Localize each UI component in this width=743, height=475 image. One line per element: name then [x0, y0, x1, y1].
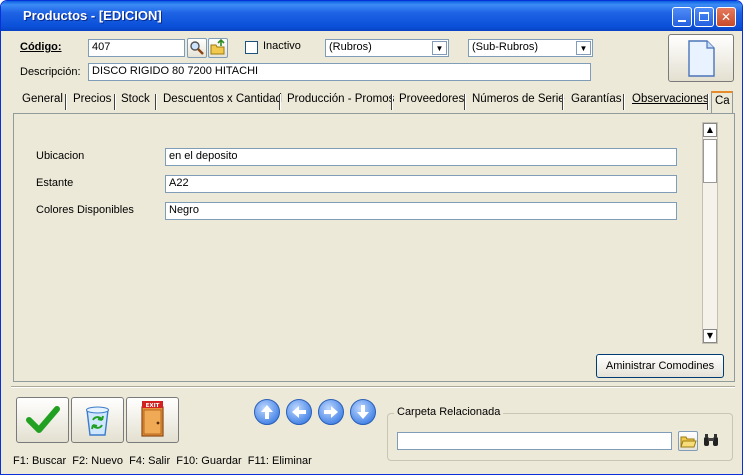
codigo-input[interactable]: 407	[88, 39, 185, 57]
estante-label: Estante	[36, 177, 74, 189]
arrow-up-icon	[261, 405, 273, 419]
search-code-button[interactable]	[187, 38, 207, 58]
tab-numeros-serie[interactable]: Números de Serie	[472, 93, 565, 111]
chevron-down-icon[interactable]: ▼	[576, 41, 591, 55]
productos-window: Productos - [EDICION] ✕ Código: 407 Inac…	[0, 0, 743, 475]
exit-sign-text: EXIT	[146, 403, 160, 409]
search-icon	[190, 41, 204, 55]
load-code-button[interactable]	[208, 38, 228, 58]
carpeta-relacionada-group: Carpeta Relacionada	[387, 406, 733, 461]
tab-campos-active[interactable]: Ca	[711, 91, 733, 113]
tab-garantias[interactable]: Garantías	[571, 93, 622, 111]
rubros-select[interactable]: (Rubros) ▼	[325, 39, 449, 57]
colores-input[interactable]: Negro	[165, 202, 677, 220]
close-icon: ✕	[720, 10, 732, 24]
folder-up-icon	[210, 38, 225, 55]
title-bar[interactable]: Productos - [EDICION] ✕	[1, 1, 742, 31]
nav-right-button[interactable]	[318, 399, 344, 425]
arrow-left-icon	[292, 406, 306, 418]
tab-general[interactable]: General	[22, 93, 63, 111]
arrow-down-icon	[357, 405, 369, 419]
colores-label: Colores Disponibles	[36, 204, 134, 216]
minimize-button[interactable]	[672, 7, 692, 27]
rubros-value: (Rubros)	[329, 41, 372, 53]
close-button[interactable]: ✕	[716, 7, 736, 27]
tab-stock[interactable]: Stock	[121, 93, 150, 111]
descripcion-input[interactable]: DISCO RIGIDO 80 7200 HITACHI	[88, 63, 591, 81]
binoculars-icon	[704, 434, 718, 446]
document-icon	[688, 40, 715, 77]
chevron-down-icon[interactable]: ▼	[432, 41, 447, 55]
estante-input[interactable]: A22	[165, 175, 677, 193]
tab-panel: Ubicacion en el deposito Estante A22 Col…	[13, 113, 735, 382]
window-title: Productos - [EDICION]	[23, 8, 162, 23]
ubicacion-label: Ubicacion	[36, 150, 85, 162]
scroll-down-icon[interactable]: ▼	[703, 329, 717, 343]
recycle-icon	[86, 406, 109, 436]
status-bar: F1: Buscar F2: Nuevo F4: Salir F10: Guar…	[13, 455, 312, 467]
ubicacion-input[interactable]: en el deposito	[165, 148, 677, 166]
save-button[interactable]	[16, 397, 69, 443]
exit-button[interactable]: EXIT	[126, 397, 179, 443]
descripcion-label: Descripción:	[20, 66, 81, 78]
scroll-thumb[interactable]	[703, 139, 717, 183]
arrow-right-icon	[324, 406, 338, 418]
codigo-label: Código:	[20, 41, 62, 53]
administrar-comodines-label: Aministrar Comodines	[605, 360, 715, 372]
maximize-button[interactable]	[694, 7, 714, 27]
delete-button[interactable]	[71, 397, 124, 443]
nav-down-button[interactable]	[350, 399, 376, 425]
exit-door-icon: EXIT	[141, 401, 164, 437]
browse-folder-button[interactable]	[678, 431, 698, 451]
nav-up-button[interactable]	[254, 399, 280, 425]
tab-precios[interactable]: Precios	[73, 93, 111, 111]
administrar-comodines-button[interactable]: Aministrar Comodines	[596, 354, 724, 378]
inactivo-checkbox[interactable]	[245, 41, 258, 54]
document-button[interactable]	[668, 34, 734, 82]
check-icon	[26, 406, 60, 433]
tab-descuentos[interactable]: Descuentos x Cantidad	[163, 93, 282, 111]
subrubros-select[interactable]: (Sub-Rubros) ▼	[468, 39, 593, 57]
find-folder-button[interactable]	[702, 431, 722, 451]
minimize-icon	[678, 20, 686, 22]
maximize-icon	[699, 12, 709, 21]
tab-observaciones[interactable]: Observaciones	[632, 93, 709, 111]
scroll-up-icon[interactable]: ▲	[703, 123, 717, 137]
vertical-scrollbar[interactable]: ▲ ▼	[702, 122, 718, 344]
subrubros-value: (Sub-Rubros)	[472, 41, 539, 53]
tab-strip: General Precios Stock Descuentos x Canti…	[11, 91, 733, 115]
divider	[11, 386, 735, 388]
folder-open-icon	[680, 436, 697, 448]
carpeta-input[interactable]	[397, 432, 672, 450]
inactivo-label: Inactivo	[263, 40, 301, 52]
tab-proveedores[interactable]: Proveedores	[399, 93, 464, 111]
tab-produccion[interactable]: Producción - Promos	[287, 93, 394, 111]
carpeta-relacionada-title: Carpeta Relacionada	[394, 406, 504, 418]
nav-left-button[interactable]	[286, 399, 312, 425]
